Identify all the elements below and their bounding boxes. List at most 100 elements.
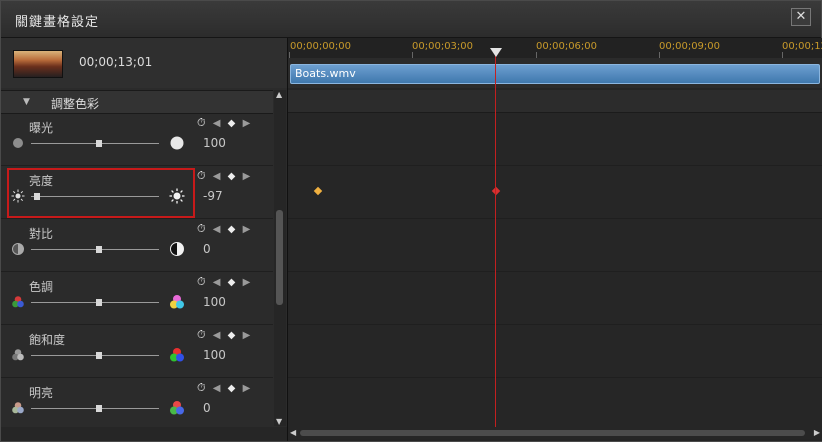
keyframe-controls: ⏱ ◀ ◆ ▶ [197, 328, 252, 342]
slider-thumb[interactable] [95, 246, 102, 253]
tick-label: 00;00;09;00 [659, 41, 721, 52]
scroll-thumb[interactable] [300, 430, 805, 436]
scroll-thumb[interactable] [276, 210, 283, 305]
add-keyframe-icon[interactable]: ◆ [228, 224, 238, 235]
close-button[interactable]: ✕ [791, 8, 811, 26]
param-value: 0 [203, 401, 211, 415]
scroll-down-icon[interactable]: ▼ [276, 417, 282, 426]
next-keyframe-icon[interactable]: ▶ [243, 224, 253, 235]
keyframe-controls: ⏱ ◀ ◆ ▶ [197, 275, 252, 289]
param-saturation: 飽和度 ⏱ ◀ ◆ ▶ 100 [1, 325, 273, 378]
section-adjust-color[interactable]: ▼ 調整色彩 [1, 90, 273, 114]
keyframe-marker[interactable] [313, 186, 323, 196]
slider-thumb[interactable] [95, 405, 102, 412]
keyframe-settings-window: 關鍵畫格設定 ✕ 00;00;13;01 ▼ 調整色彩 曝光 ⏱ ◀ ◆ ▶ 1… [0, 0, 822, 442]
slider-thumb[interactable] [95, 140, 102, 147]
exposure-high-icon [170, 136, 184, 150]
window-title: 關鍵畫格設定 [15, 15, 100, 30]
keyframe-lane-brightness[interactable] [288, 166, 822, 219]
keyframe-controls: ⏱ ◀ ◆ ▶ [197, 116, 252, 130]
param-value: 0 [203, 242, 211, 256]
param-label: 明亮 [29, 386, 54, 400]
slider-track[interactable] [31, 196, 159, 197]
stopwatch-icon[interactable]: ⏱ [197, 169, 208, 182]
scroll-left-icon[interactable]: ◀ [290, 428, 296, 437]
clip-time: 00;00;13;01 [79, 55, 153, 69]
slider-thumb[interactable] [95, 352, 102, 359]
add-keyframe-icon[interactable]: ◆ [228, 118, 238, 129]
next-keyframe-icon[interactable]: ▶ [243, 383, 253, 394]
prev-keyframe-icon[interactable]: ◀ [213, 277, 223, 288]
stopwatch-icon[interactable]: ⏱ [197, 222, 208, 235]
keyframe-controls: ⏱ ◀ ◆ ▶ [197, 169, 252, 183]
vibrance-low-icon [12, 402, 24, 414]
vibrance-high-icon [170, 401, 184, 415]
attributes-panel: 00;00;13;01 ▼ 調整色彩 曝光 ⏱ ◀ ◆ ▶ 100 亮度 ⏱ ◀… [1, 38, 287, 441]
param-label: 對比 [29, 227, 54, 241]
keyframe-lane-saturation[interactable] [288, 325, 822, 378]
saturation-high-icon [170, 348, 184, 362]
scroll-right-icon[interactable]: ▶ [814, 428, 820, 437]
next-keyframe-icon[interactable]: ▶ [243, 277, 253, 288]
stopwatch-icon[interactable]: ⏱ [197, 328, 208, 341]
prev-keyframe-icon[interactable]: ◀ [213, 171, 223, 182]
keyframe-controls: ⏱ ◀ ◆ ▶ [197, 222, 252, 236]
param-label: 曝光 [29, 121, 54, 135]
left-footer [1, 427, 287, 441]
keyframe-marker-current[interactable] [491, 186, 501, 196]
tick-label: 00;00;06;00 [536, 41, 598, 52]
keyframe-lane-hue[interactable] [288, 272, 822, 325]
add-keyframe-icon[interactable]: ◆ [228, 171, 238, 182]
next-keyframe-icon[interactable]: ▶ [243, 330, 253, 341]
slider-thumb[interactable] [34, 193, 41, 200]
stopwatch-icon[interactable]: ⏱ [197, 381, 208, 394]
param-contrast: 對比 ⏱ ◀ ◆ ▶ 0 [1, 219, 273, 272]
keyframe-controls: ⏱ ◀ ◆ ▶ [197, 381, 252, 395]
stopwatch-icon[interactable]: ⏱ [197, 275, 208, 288]
time-ruler[interactable]: 00;00;00;00 00;00;03;00 00;00;06;00 00;0… [288, 38, 822, 59]
add-keyframe-icon[interactable]: ◆ [228, 383, 238, 394]
tick-label: 00;00;03;00 [412, 41, 474, 52]
prev-keyframe-icon[interactable]: ◀ [213, 330, 223, 341]
brightness-low-icon [11, 189, 25, 203]
timeline-panel: 00;00;00;00 00;00;03;00 00;00;06;00 00;0… [287, 38, 822, 441]
tick-label: 00;00;00;00 [290, 41, 352, 52]
playhead-line[interactable] [495, 50, 496, 428]
keyframe-lane-vibrance[interactable] [288, 378, 822, 431]
keyframe-header-row [288, 90, 822, 113]
prev-keyframe-icon[interactable]: ◀ [213, 118, 223, 129]
param-label: 亮度 [29, 174, 54, 188]
clip-bar[interactable]: Boats.wmv [290, 64, 820, 84]
param-brightness: 亮度 ⏱ ◀ ◆ ▶ -97 [1, 166, 273, 219]
keyframe-lane-contrast[interactable] [288, 219, 822, 272]
next-keyframe-icon[interactable]: ▶ [243, 171, 253, 182]
clip-info: 00;00;13;01 [1, 38, 287, 88]
hue-low-icon [12, 296, 24, 308]
title-bar: 關鍵畫格設定 ✕ [1, 1, 821, 38]
contrast-low-icon [12, 243, 24, 255]
brightness-high-icon [169, 188, 185, 204]
add-keyframe-icon[interactable]: ◆ [228, 330, 238, 341]
contrast-high-icon [170, 242, 184, 256]
param-hue: 色調 ⏱ ◀ ◆ ▶ 100 [1, 272, 273, 325]
scroll-up-icon[interactable]: ▲ [276, 90, 282, 99]
param-value: -97 [203, 189, 223, 203]
collapse-arrow-icon[interactable]: ▼ [23, 97, 30, 107]
vertical-scrollbar[interactable]: ▲ ▼ [274, 90, 286, 426]
horizontal-scrollbar[interactable]: ◀ ▶ [288, 427, 822, 439]
playhead-handle[interactable] [490, 48, 502, 57]
prev-keyframe-icon[interactable]: ◀ [213, 224, 223, 235]
saturation-low-icon [12, 349, 24, 361]
param-value: 100 [203, 295, 226, 309]
section-label: 調整色彩 [51, 97, 100, 111]
keyframe-lane-exposure[interactable] [288, 113, 822, 166]
tick-label: 00;00;12 [782, 41, 822, 52]
next-keyframe-icon[interactable]: ▶ [243, 118, 253, 129]
prev-keyframe-icon[interactable]: ◀ [213, 383, 223, 394]
stopwatch-icon[interactable]: ⏱ [197, 116, 208, 129]
param-label: 飽和度 [29, 333, 66, 347]
slider-thumb[interactable] [95, 299, 102, 306]
add-keyframe-icon[interactable]: ◆ [228, 277, 238, 288]
param-value: 100 [203, 348, 226, 362]
clip-track: Boats.wmv [288, 58, 822, 88]
